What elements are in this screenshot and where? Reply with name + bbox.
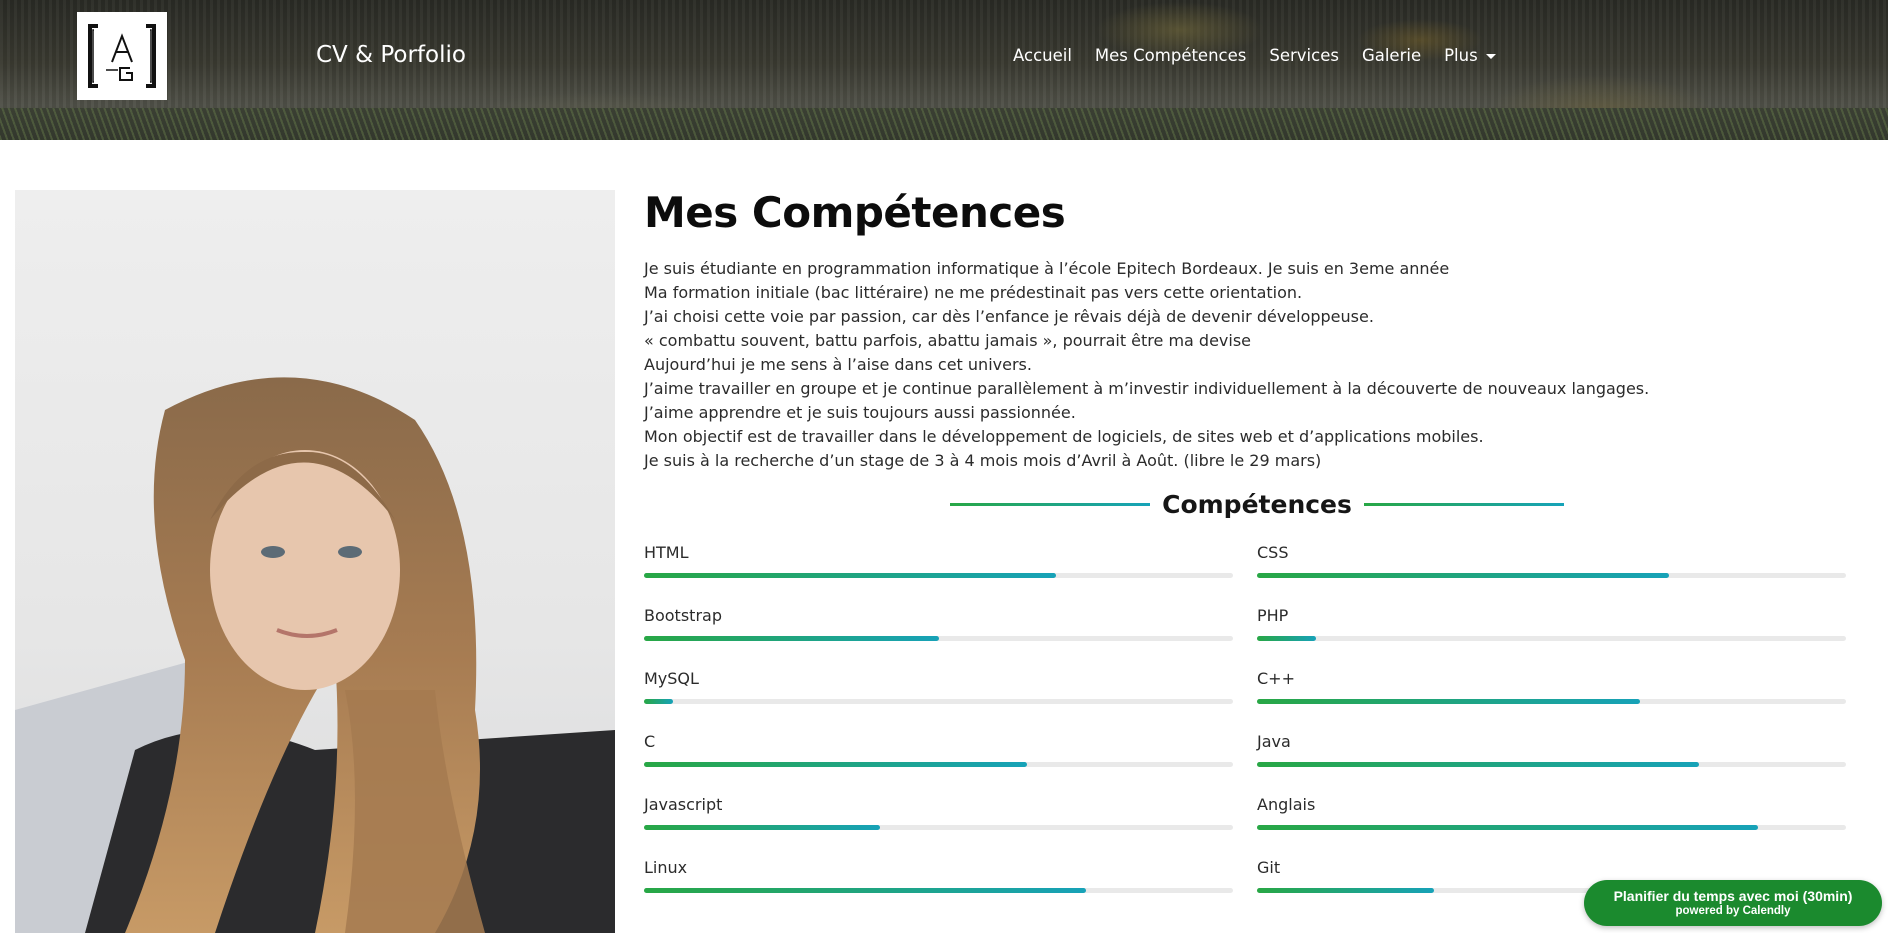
skill-item: Java — [1257, 732, 1846, 767]
profile-photo — [15, 190, 615, 933]
skill-name: HTML — [644, 543, 689, 562]
skills-heading: Compétences — [1162, 490, 1352, 519]
site-brand-title[interactable]: CV & Porfolio — [316, 42, 466, 68]
skill-progress-fill — [644, 636, 939, 641]
skill-name: PHP — [1257, 606, 1289, 625]
chevron-down-icon — [1485, 54, 1496, 59]
bio-line: « combattu souvent, battu parfois, abatt… — [644, 331, 1252, 350]
skill-progress-track — [644, 573, 1233, 578]
bio-line: J’aime travailler en groupe et je contin… — [644, 379, 1650, 398]
calendly-powered-by: powered by Calendly — [1675, 905, 1791, 917]
skill-progress-track — [1257, 762, 1846, 767]
skill-progress-track — [1257, 636, 1846, 641]
skills-section-heading: Compétences — [950, 490, 1565, 519]
skill-item: PHP — [1257, 606, 1846, 641]
skill-item: CSS — [1257, 543, 1846, 578]
bio-text: Je suis étudiante en programmation infor… — [644, 257, 1844, 473]
skill-name: MySQL — [644, 669, 699, 688]
bio-line: J’ai choisi cette voie par passion, car … — [644, 307, 1374, 326]
skill-progress-fill — [1257, 699, 1640, 704]
nav-link-mes-competences[interactable]: Mes Compétences — [1095, 46, 1246, 65]
skill-progress-fill — [644, 573, 1057, 578]
page-title: Mes Compétences — [644, 188, 1066, 237]
skill-progress-track — [644, 888, 1233, 893]
skill-name: CSS — [1257, 543, 1289, 562]
skill-progress-fill — [644, 762, 1027, 767]
nav-link-services[interactable]: Services — [1269, 46, 1339, 65]
skill-progress-track — [644, 636, 1233, 641]
skill-progress-fill — [644, 699, 674, 704]
skill-item: C++ — [1257, 669, 1846, 704]
skill-progress-track — [1257, 825, 1846, 830]
skill-name: C++ — [1257, 669, 1295, 688]
skill-progress-fill — [1257, 825, 1758, 830]
skill-progress-fill — [1257, 573, 1670, 578]
skill-progress-fill — [644, 888, 1086, 893]
nav-dropdown-plus[interactable]: Plus — [1444, 46, 1496, 65]
calendly-schedule-button[interactable]: Planifier du temps avec moi (30min) powe… — [1584, 880, 1882, 926]
bio-line: Je suis étudiante en programmation infor… — [644, 259, 1450, 278]
skill-progress-track — [1257, 699, 1846, 704]
skill-progress-track — [644, 699, 1233, 704]
skill-name: Anglais — [1257, 795, 1316, 814]
skill-progress-track — [644, 762, 1233, 767]
skill-name: Java — [1257, 732, 1291, 751]
skills-grid: HTML CSS Bootstrap PHP MySQL C++ C Java Javascri… — [644, 543, 1846, 893]
nav-link-accueil[interactable]: Accueil — [1013, 46, 1072, 65]
skill-name: Bootstrap — [644, 606, 722, 625]
skill-item: Linux — [644, 858, 1233, 893]
main-nav: Accueil Mes Compétences Services Galerie… — [1013, 46, 1519, 65]
heading-rule-right — [1363, 503, 1565, 506]
skill-name: Javascript — [644, 795, 723, 814]
bio-line: Aujourd’hui je me sens à l’aise dans cet… — [644, 355, 1032, 374]
skill-progress-track — [1257, 573, 1846, 578]
skill-item: C — [644, 732, 1233, 767]
skill-name: C — [644, 732, 656, 751]
nav-dropdown-plus-label: Plus — [1444, 46, 1478, 65]
skill-name: Linux — [644, 858, 688, 877]
skill-progress-fill — [1257, 762, 1699, 767]
skill-name: Git — [1257, 858, 1281, 877]
site-logo[interactable] — [77, 12, 167, 100]
header-background-grass — [0, 108, 1888, 140]
bio-line: Ma formation initiale (bac littéraire) n… — [644, 283, 1303, 302]
skill-progress-fill — [1257, 636, 1316, 641]
skill-progress-fill — [1257, 888, 1434, 893]
bio-line: Je suis à la recherche d’un stage de 3 à… — [644, 451, 1322, 470]
skill-item: MySQL — [644, 669, 1233, 704]
calendly-label: Planifier du temps avec moi (30min) — [1613, 888, 1853, 904]
skill-item: Javascript — [644, 795, 1233, 830]
portrait-illustration — [15, 377, 615, 933]
site-header: CV & Porfolio Accueil Mes Compétences Se… — [0, 0, 1888, 140]
bio-line: Mon objectif est de travailler dans le d… — [644, 427, 1484, 446]
heading-rule-left — [950, 503, 1151, 506]
skill-progress-track — [644, 825, 1233, 830]
bio-line: J’aime apprendre et je suis toujours aus… — [644, 403, 1076, 422]
skill-item: HTML — [644, 543, 1233, 578]
monogram-logo-icon — [88, 24, 156, 88]
skill-item: Bootstrap — [644, 606, 1233, 641]
skill-progress-fill — [644, 825, 880, 830]
nav-link-galerie[interactable]: Galerie — [1362, 46, 1421, 65]
skill-item: Anglais — [1257, 795, 1846, 830]
